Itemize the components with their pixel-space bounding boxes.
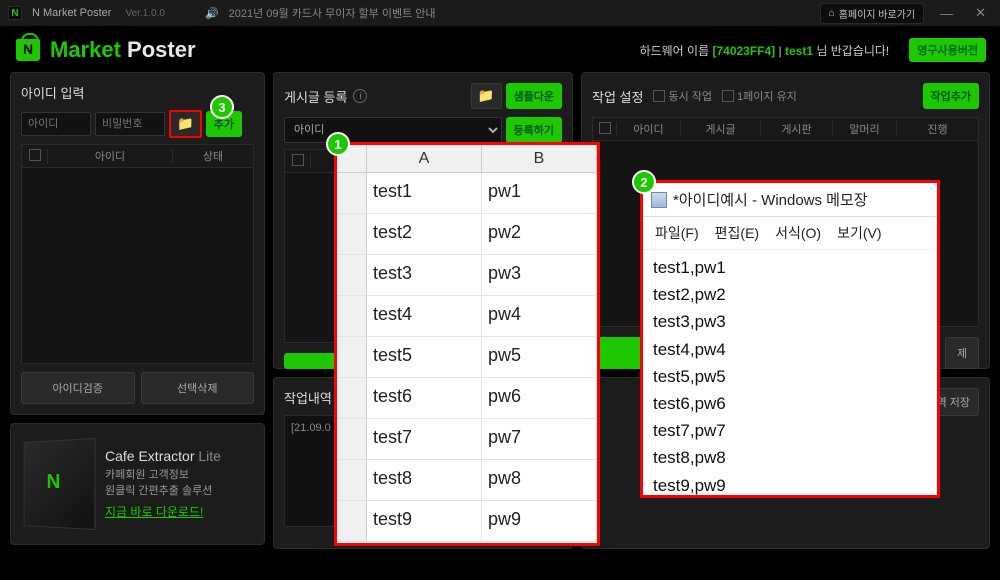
brand-logo: N [14,36,42,64]
verify-id-button[interactable]: 아이디검증 [21,372,135,404]
id-input-panel: 아이디 입력 📁 추가 아이디 상태 아이디검증 선택삭제 [10,72,265,415]
add-work-button[interactable]: 작업추가 [923,83,979,109]
register-button[interactable]: 등록하기 [506,117,562,143]
menu-edit[interactable]: 편집(E) [715,223,759,243]
col-id: 아이디 [48,148,173,164]
minimize-button[interactable]: — [934,6,959,21]
ad-cta[interactable]: 지금 바로 다운로드! [105,503,221,520]
home-link-button[interactable]: ⌂ 홈페이지 바로가기 [820,3,924,24]
notepad-line: test9,pw9 [653,472,927,499]
notepad-line: test1,pw1 [653,254,927,281]
brand-title: Market Poster [50,37,196,63]
sheet-cell: pw6 [482,378,597,419]
col-status: 상태 [173,148,253,164]
notepad-line: test2,pw2 [653,281,927,308]
sheet-cell: test5 [367,337,482,378]
id-table-header: 아이디 상태 [21,144,254,168]
notepad-menu: 파일(F) 편집(E) 서식(O) 보기(V) [643,217,937,250]
sheet-cell: pw1 [482,173,597,214]
info-icon[interactable]: i [353,89,367,103]
brand-row: N Market Poster 하드웨어 이름 [74023FF4] | tes… [0,26,1000,72]
simultaneous-checkbox[interactable]: 동시 작업 [653,88,712,104]
sheet-cell: pw8 [482,460,597,501]
folder-button[interactable]: 📁 [169,110,202,138]
app-version: Ver.1.0.0 [125,8,164,19]
hardware-info: 하드웨어 이름 [74023FF4] | test1 님 반갑습니다! [640,42,890,59]
sheet-cell: test3 [367,255,482,296]
sheet-cell: test8 [367,460,482,501]
sheet-cell: pw7 [482,419,597,460]
post-select-all-checkbox[interactable] [292,154,304,166]
notepad-icon [651,192,667,208]
sheet-cell: test1 [367,173,482,214]
callout-badge-3: 3 [210,95,234,119]
ad-box-image: N [24,438,96,530]
id-select[interactable]: 아이디 [284,117,502,143]
keep-page1-checkbox[interactable]: 1페이지 유지 [722,88,797,104]
sheet-cell: pw9 [482,501,597,542]
app-icon: N [8,6,22,20]
notepad-line: test3,pw3 [653,308,927,335]
home-link-label: 홈페이지 바로가기 [839,6,915,21]
sheet-cell: pw4 [482,296,597,337]
sheet-cell: test7 [367,419,482,460]
sheet-col-a: A [367,145,482,172]
app-name: N Market Poster [32,7,111,19]
id-input[interactable] [21,112,91,136]
menu-format[interactable]: 서식(O) [775,223,821,243]
notepad-overlay: *아이디예시 - Windows 메모장 파일(F) 편집(E) 서식(O) 보… [640,180,940,498]
callout-badge-1: 1 [326,132,350,156]
ad-panel[interactable]: N Cafe Extractor Lite 카페회원 고객정보원클릭 간편추출 … [10,423,265,545]
menu-view[interactable]: 보기(V) [837,223,881,243]
notepad-body: test1,pw1test2,pw2test3,pw3test4,pw4test… [643,250,937,503]
callout-badge-2: 2 [632,170,656,194]
sheet-col-b: B [482,145,597,172]
home-icon: ⌂ [829,8,835,19]
password-input[interactable] [95,112,165,136]
select-all-checkbox[interactable] [29,149,41,161]
log-title: 작업내역 [284,388,332,407]
sheet-cell: test4 [367,296,482,337]
sheet-cell: pw2 [482,214,597,255]
work-title: 작업 설정 [592,87,643,106]
sheet-cell: pw5 [482,337,597,378]
notice-text: 2021년 09월 카드사 무이자 할부 이벤트 안내 [229,5,436,21]
sample-download-button[interactable]: 샘플다운 [506,83,562,109]
id-table-body [21,168,254,364]
speaker-icon: 🔊 [205,7,219,20]
sheet-cell: test2 [367,214,482,255]
spreadsheet-overlay: A B test1pw1test2pw2test3pw3test4pw4test… [334,142,600,546]
notepad-line: test7,pw7 [653,417,927,444]
post-folder-button[interactable]: 📁 [471,83,502,109]
notepad-line: test6,pw6 [653,390,927,417]
titlebar: N N Market Poster Ver.1.0.0 🔊 2021년 09월 … [0,0,1000,26]
work-select-all-checkbox[interactable] [599,122,611,134]
sheet-cell: test9 [367,501,482,542]
notepad-line: test8,pw8 [653,444,927,471]
sheet-cell: test6 [367,378,482,419]
sheet-cell: pw3 [482,255,597,296]
notepad-line: test4,pw4 [653,336,927,363]
delete-selected-button[interactable]: 선택삭제 [141,372,255,404]
menu-file[interactable]: 파일(F) [655,223,699,243]
work-delete-button[interactable]: 제 [945,337,979,369]
ad-desc: 카페회원 고객정보원클릭 간편추출 솔루션 [105,468,221,499]
work-table-header: 아이디 게시글 게시판 말머리 진행 [592,117,979,141]
close-button[interactable]: ✕ [969,5,992,21]
license-badge: 영구사용버전 [909,38,986,62]
notepad-line: test5,pw5 [653,363,927,390]
notepad-title: *아이디예시 - Windows 메모장 [673,189,868,210]
ad-title: Cafe Extractor Lite [105,448,221,464]
post-panel-title: 게시글 등록 [284,87,347,106]
